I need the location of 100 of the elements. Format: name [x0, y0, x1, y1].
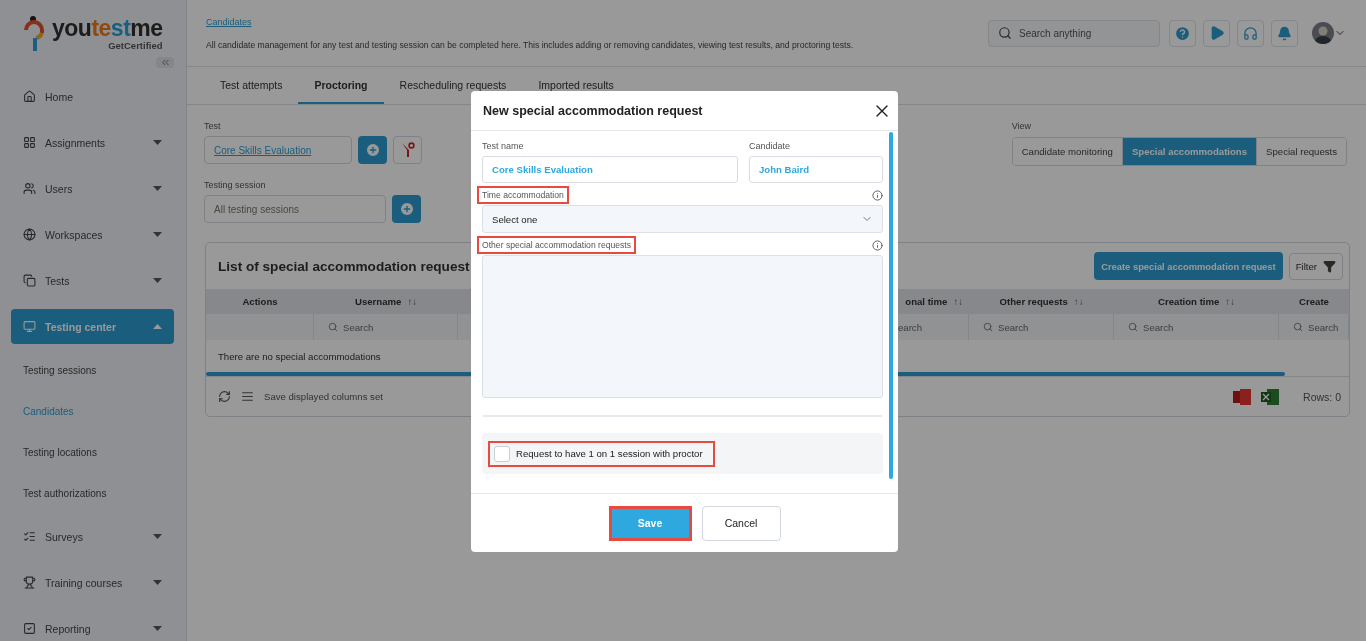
info-icon[interactable] [872, 190, 883, 201]
help-icon [1174, 24, 1191, 42]
nav-icon [23, 274, 36, 287]
sidebar-subitem[interactable]: Test authorizations [0, 473, 186, 514]
bell-icon [1277, 25, 1292, 41]
funnel-icon [1323, 259, 1336, 273]
tab[interactable]: Rescheduling requests [383, 67, 523, 104]
sidebar-item[interactable]: Tests [11, 263, 174, 298]
save-button[interactable]: Save [608, 505, 692, 541]
sidebar-item[interactable]: Users [11, 171, 174, 206]
search-icon [1128, 322, 1138, 332]
test-field[interactable]: Core Skills Evaluation [204, 136, 352, 164]
one-on-one-checkbox[interactable]: Request to have 1 on 1 session with proctor [488, 440, 715, 467]
list-icon [241, 390, 254, 403]
rows-count: Rows: 0 [1303, 390, 1341, 403]
column-search-field[interactable]: Search [314, 314, 458, 340]
sidebar-item[interactable]: Assignments [11, 125, 174, 160]
column-search-field[interactable]: Search [969, 314, 1114, 340]
column-header[interactable]: Actions [206, 289, 314, 314]
empty-message: There are no special accommodations [217, 349, 382, 364]
caret-down-icon [153, 232, 162, 237]
nav-icon [23, 622, 36, 635]
sidebar-item[interactable]: Surveys [11, 519, 174, 554]
tab[interactable]: Test attempts [204, 67, 299, 104]
session-field[interactable]: All testing sessions [204, 195, 386, 223]
search-icon [998, 26, 1012, 40]
refresh-icon[interactable] [218, 390, 231, 403]
caret-up-icon [153, 324, 162, 329]
nav-icon [23, 90, 36, 103]
cancel-button[interactable]: Cancel [701, 505, 781, 541]
person-icon [24, 16, 46, 53]
tab[interactable]: Imported results [522, 67, 630, 104]
nav-icon [23, 136, 36, 149]
clear-filter-button[interactable] [393, 136, 422, 164]
view-option[interactable]: Special requests [1256, 138, 1346, 165]
sidebar-item[interactable]: Training courses [11, 565, 174, 600]
plus-icon [364, 142, 381, 158]
avatar[interactable] [1312, 22, 1334, 44]
pdf-icon[interactable] [1233, 387, 1252, 406]
search-icon [983, 322, 993, 332]
sidebar-item[interactable]: Testing center [11, 309, 174, 344]
chevrons-left-icon [159, 57, 171, 68]
candidate-field[interactable]: John Baird [749, 156, 883, 183]
test-name-field[interactable]: Core Skills Evaluation [482, 156, 738, 183]
info-icon[interactable] [872, 240, 883, 251]
notifications-button[interactable] [1271, 19, 1298, 47]
search-icon [328, 322, 338, 332]
card-title: List of special accommodation request [218, 258, 471, 274]
excel-icon[interactable] [1261, 387, 1280, 406]
help-button[interactable] [1169, 19, 1196, 47]
column-search-field[interactable]: Search [1114, 314, 1279, 340]
caret-down-icon [153, 186, 162, 191]
page-description: All candidate management for any test and testing session can be completed here. This includes adding or removing candidates, viewing test results, and proctoring tests. [206, 39, 855, 50]
nav-icon [23, 530, 36, 543]
vertical-scrollbar[interactable] [889, 132, 893, 479]
caret-down-icon [153, 278, 162, 283]
caret-down-icon [153, 140, 162, 145]
field-label: Test name [482, 141, 525, 151]
field-label: Testing session [204, 180, 267, 190]
nav-icon [23, 320, 36, 333]
tab[interactable]: Proctoring [298, 67, 384, 104]
nav-icon [23, 182, 36, 195]
filter-button[interactable]: Filter [1288, 252, 1343, 280]
field-label: Other special accommodation requests [477, 236, 637, 254]
column-header[interactable]: Create [1279, 289, 1349, 314]
add-button[interactable] [358, 136, 387, 164]
logo-tagline: GetCertified [108, 40, 163, 51]
play-button[interactable] [1203, 19, 1230, 47]
sidebar-item[interactable]: Home [11, 79, 174, 114]
breadcrumb-link[interactable]: Candidates [206, 16, 252, 27]
column-header[interactable]: Username ↑↓ [314, 289, 458, 314]
column-header[interactable]: Creation time ↑↓ [1114, 289, 1279, 314]
caret-down-icon [153, 580, 162, 585]
column-header[interactable]: Other requests ↑↓ [969, 289, 1114, 314]
search-field[interactable]: Search anything [988, 19, 1160, 47]
field-label: Test [204, 121, 222, 131]
nav-icon [23, 228, 36, 241]
view-option[interactable]: Special accommodations [1121, 138, 1257, 165]
field-label: Candidate [749, 141, 792, 151]
field-label: View [1011, 121, 1033, 131]
sidebar-subitem[interactable]: Testing locations [0, 432, 186, 473]
field-label: Time accommodation [477, 186, 569, 204]
sidebar-item[interactable]: Reporting [11, 611, 174, 641]
time-accommodation-select[interactable]: Select one [482, 205, 883, 233]
checkbox[interactable] [494, 445, 510, 462]
create-request-button[interactable]: Create special accommodation request [1094, 252, 1283, 280]
caret-down-icon [153, 626, 162, 631]
funnel-icon [400, 142, 415, 158]
sidebar-subitem[interactable]: Testing sessions [0, 350, 186, 391]
column-search-field[interactable]: Search [1279, 314, 1349, 340]
nav-icon [23, 576, 36, 589]
caret-down-icon [153, 534, 162, 539]
dialog-title: New special accommodation request [483, 103, 703, 118]
test-link[interactable]: Core Skills Evaluation [214, 144, 312, 156]
save-columns-link[interactable]: Save displayed columns set [264, 391, 383, 402]
add-button[interactable] [392, 195, 421, 223]
collapse-button[interactable] [156, 57, 174, 68]
search-icon [1293, 322, 1303, 332]
headset-button[interactable] [1237, 19, 1264, 47]
sidebar-item[interactable]: Workspaces [11, 217, 174, 252]
